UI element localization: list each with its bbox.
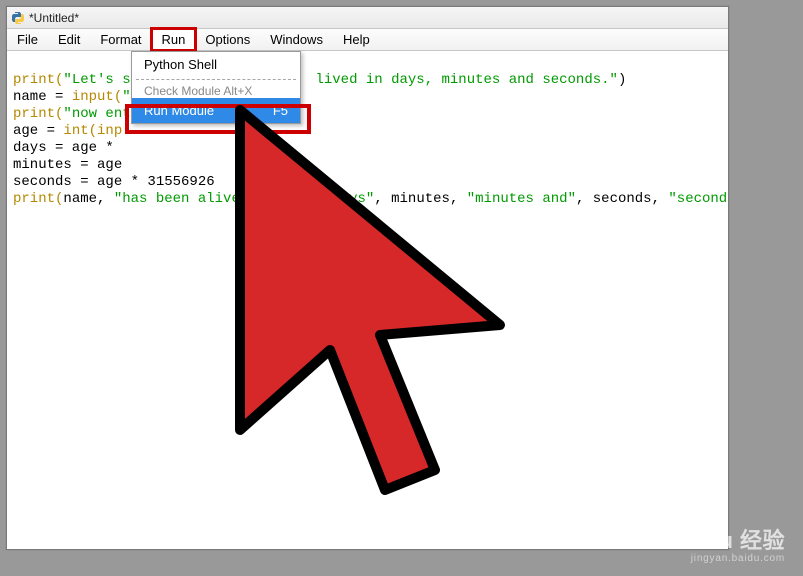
menu-separator xyxy=(136,79,296,80)
menu-item-label: Run Module xyxy=(144,103,214,118)
code-token: days = age * xyxy=(13,140,122,156)
code-token: name, xyxy=(63,191,113,207)
code-token: "minutes and" xyxy=(467,191,576,207)
code-token: lived in days, minutes and seconds." xyxy=(307,72,618,88)
menu-windows[interactable]: Windows xyxy=(260,29,333,50)
code-token: , minutes, xyxy=(374,191,466,207)
app-window: *Untitled* File Edit Format Run Options … xyxy=(6,6,729,550)
menu-edit[interactable]: Edit xyxy=(48,29,90,50)
code-token: name = xyxy=(13,89,72,105)
code-token: age = xyxy=(13,123,63,139)
code-token: " xyxy=(122,89,130,105)
menu-options[interactable]: Options xyxy=(195,29,260,50)
watermark: Baidu 经验 jingyan.baidu.com xyxy=(670,530,785,564)
watermark-sub: jingyan.baidu.com xyxy=(670,554,785,564)
python-icon xyxy=(11,11,25,25)
code-token: minutes = age xyxy=(13,157,122,173)
menu-item-check-module[interactable]: Check Module Alt+X xyxy=(132,82,300,98)
menu-file[interactable]: File xyxy=(7,29,48,50)
window-title: *Untitled* xyxy=(29,11,79,25)
code-editor[interactable]: print("Let's s lived in days, minutes an… xyxy=(7,51,728,549)
code-token: , xyxy=(273,191,323,207)
code-token: ) xyxy=(618,72,626,88)
menu-format[interactable]: Format xyxy=(90,29,151,50)
menu-help[interactable]: Help xyxy=(333,29,380,50)
title-bar: *Untitled* xyxy=(7,7,728,29)
code-token: int(inp xyxy=(63,123,122,139)
code-token: "has been alive for xyxy=(114,191,274,207)
code-token: print( xyxy=(13,191,63,207)
menu-item-run-module[interactable]: Run Module F5 xyxy=(132,98,300,123)
watermark-main: Baidu 经验 xyxy=(670,528,785,553)
code-token: seconds = age * 31556926 xyxy=(13,174,215,190)
code-token: input( xyxy=(72,89,122,105)
code-token: print( xyxy=(13,106,63,122)
menu-item-accel: F5 xyxy=(273,103,288,118)
code-token: "days" xyxy=(324,191,374,207)
menu-bar: File Edit Format Run Options Windows Hel… xyxy=(7,29,728,51)
menu-run[interactable]: Run xyxy=(152,29,196,50)
menu-item-python-shell[interactable]: Python Shell xyxy=(132,52,300,77)
code-token: "Let's s xyxy=(63,72,130,88)
code-token: "seconds! Wow!" xyxy=(668,191,728,207)
code-token: , seconds, xyxy=(576,191,668,207)
code-token: print( xyxy=(13,72,63,88)
run-menu-dropdown: Python Shell Check Module Alt+X Run Modu… xyxy=(131,51,301,124)
code-token: "now ent xyxy=(63,106,130,122)
menu-item-label: Python Shell xyxy=(144,57,217,72)
